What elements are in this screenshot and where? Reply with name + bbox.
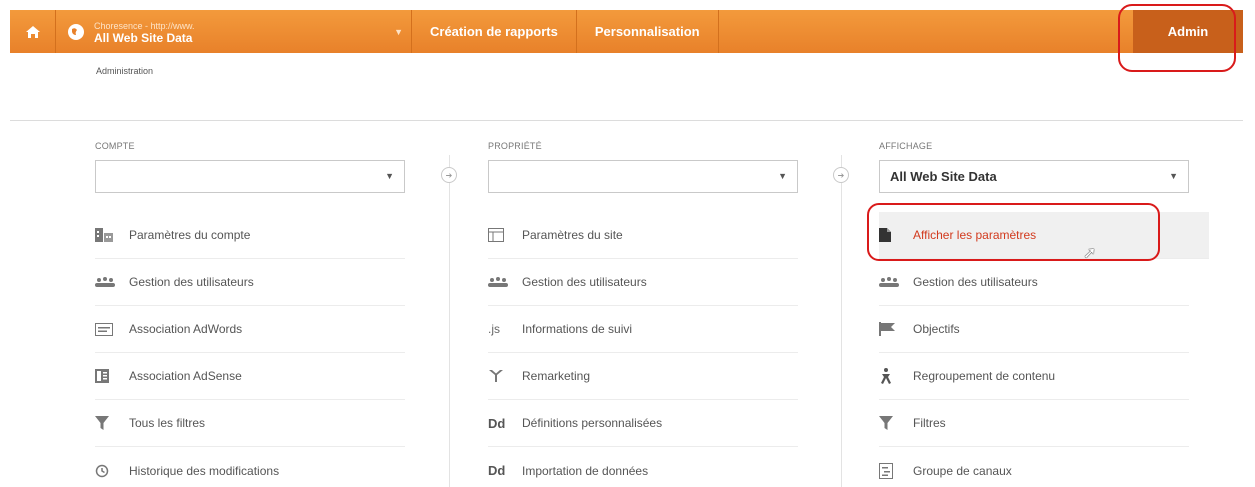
tab-reporting[interactable]: Création de rapports <box>412 10 577 53</box>
chevron-down-icon: ▼ <box>778 171 787 181</box>
top-nav-bar: Choresence - http://www. All Web Site Da… <box>10 10 1243 53</box>
users-icon <box>95 277 129 287</box>
list-item[interactable]: Gestion des utilisateurs <box>488 259 798 306</box>
account-url: Choresence - http://www. <box>94 20 195 31</box>
account-column: COMPTE ▼ <box>95 141 405 193</box>
chevron-down-icon: ▼ <box>385 171 394 181</box>
admin-highlight-box <box>1118 4 1236 72</box>
item-label: Tous les filtres <box>129 416 206 430</box>
users-icon <box>488 277 522 287</box>
list-item[interactable]: Regroupement de contenu <box>879 353 1189 400</box>
list-item[interactable]: Tous les filtres <box>95 400 405 447</box>
building-icon <box>95 228 129 242</box>
globe-icon <box>68 23 84 40</box>
item-label: Filtres <box>913 416 946 430</box>
history-icon <box>95 464 129 478</box>
chevron-down-icon: ▼ <box>394 27 403 37</box>
item-label: Définitions personnalisées <box>522 416 663 430</box>
item-label: Gestion des utilisateurs <box>522 275 647 289</box>
list-item[interactable]: Objectifs <box>879 306 1189 353</box>
account-menu: Paramètres du compte Gestion des utilisa… <box>95 212 405 487</box>
column-connector <box>841 155 842 487</box>
account-select[interactable]: ▼ <box>95 160 405 193</box>
dd-icon: Dd <box>488 415 506 431</box>
chevron-down-icon: ▼ <box>1169 171 1178 181</box>
list-item[interactable]: Dd Définitions personnalisées <box>488 400 798 447</box>
item-label: Paramètres du site <box>522 228 623 242</box>
item-label: Objectifs <box>913 322 960 336</box>
breadcrumb: Administration <box>96 66 154 76</box>
item-label: Gestion des utilisateurs <box>129 275 254 289</box>
list-item[interactable]: Association AdSense <box>95 353 405 400</box>
remarketing-icon <box>488 369 522 383</box>
list-item[interactable]: Historique des modifications <box>95 447 405 487</box>
channel-icon <box>879 462 913 479</box>
arrow-right-icon: ➔ <box>833 167 849 183</box>
property-column: PROPRIÉTÉ ▼ <box>488 141 798 193</box>
list-item[interactable]: Paramètres du site <box>488 212 798 259</box>
account-view-name: All Web Site Data <box>94 30 193 45</box>
list-item[interactable]: Paramètres du compte <box>95 212 405 259</box>
item-label: Importation de données <box>522 463 649 478</box>
arrow-right-icon: ➔ <box>441 167 457 183</box>
list-item[interactable]: Dd Importation de données <box>488 447 798 487</box>
property-menu: Paramètres du site Gestion des utilisate… <box>488 212 798 487</box>
adsense-icon <box>95 369 129 383</box>
js-icon: .js <box>488 322 500 336</box>
view-settings-highlight-box <box>867 203 1160 261</box>
adwords-icon <box>95 322 129 336</box>
list-item[interactable]: Gestion des utilisateurs <box>95 259 405 306</box>
list-item[interactable]: Association AdWords <box>95 306 405 353</box>
view-column: AFFICHAGE All Web Site Data ▼ <box>879 141 1189 193</box>
person-icon <box>879 368 913 384</box>
column-label: COMPTE <box>95 141 135 151</box>
item-label: Paramètres du compte <box>129 228 251 242</box>
users-icon <box>879 277 913 287</box>
window-icon <box>488 228 522 242</box>
tab-customization[interactable]: Personnalisation <box>577 10 719 53</box>
item-label: Remarketing <box>522 369 591 383</box>
filter-icon <box>879 416 913 430</box>
header-divider <box>10 120 1243 121</box>
item-label: Historique des modifications <box>129 463 280 478</box>
list-item[interactable]: Groupe de canaux <box>879 447 1189 487</box>
list-item[interactable]: .js Informations de suivi <box>488 306 798 353</box>
account-selector[interactable]: Choresence - http://www. All Web Site Da… <box>56 10 412 53</box>
item-label: Groupe de canaux <box>913 463 1012 478</box>
select-value: All Web Site Data <box>890 169 997 184</box>
mouse-cursor-icon: ➚ <box>1083 245 1097 262</box>
home-icon <box>25 25 40 38</box>
item-label: Regroupement de contenu <box>913 369 1056 383</box>
item-label: Association AdWords <box>129 322 243 336</box>
flag-icon <box>879 322 913 336</box>
filter-icon <box>95 416 129 430</box>
column-connector <box>449 155 450 487</box>
item-label: Gestion des utilisateurs <box>913 275 1038 289</box>
column-label: AFFICHAGE <box>879 141 933 151</box>
list-item[interactable]: Filtres <box>879 400 1189 447</box>
item-label: Informations de suivi <box>522 322 633 336</box>
list-item[interactable]: Gestion des utilisateurs <box>879 259 1189 306</box>
home-button[interactable] <box>10 10 56 53</box>
item-label: Association AdSense <box>129 369 242 383</box>
list-item[interactable]: Remarketing <box>488 353 798 400</box>
view-select[interactable]: All Web Site Data ▼ <box>879 160 1189 193</box>
dd-icon: Dd <box>488 463 506 478</box>
column-label: PROPRIÉTÉ <box>488 141 542 151</box>
property-select[interactable]: ▼ <box>488 160 798 193</box>
